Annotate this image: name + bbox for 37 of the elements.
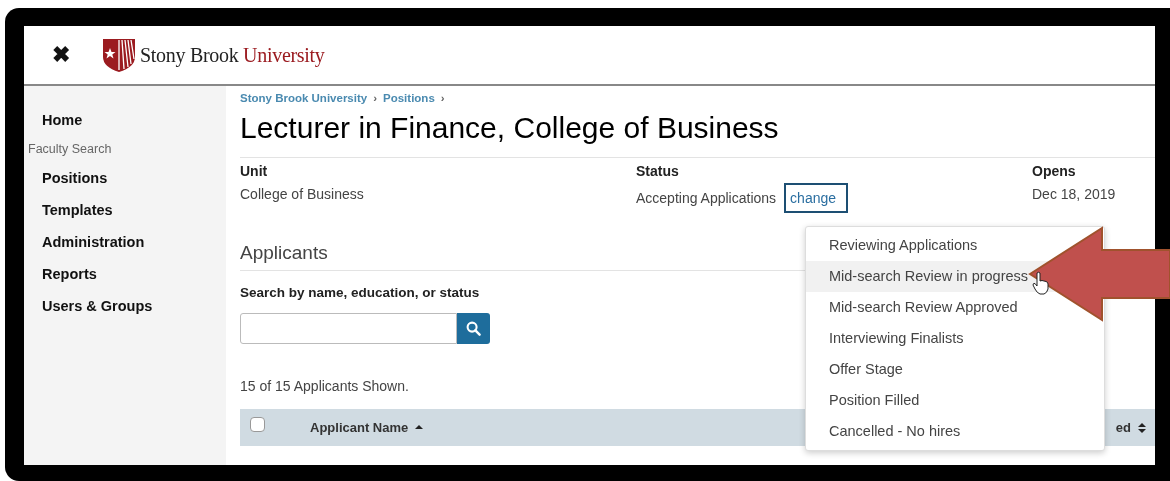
- change-link[interactable]: change: [784, 183, 849, 214]
- sidebar-item[interactable]: Users & Groups: [24, 296, 226, 328]
- menu-item[interactable]: Cancelled - No hires: [806, 416, 1104, 447]
- sidebar-item[interactable]: Reports: [24, 264, 226, 296]
- hand-cursor-icon: [1032, 271, 1050, 295]
- detail-label: Unit: [240, 162, 269, 181]
- detail-label: Opens: [1032, 162, 1077, 181]
- detail-value: Dec 18, 2019: [1032, 185, 1116, 205]
- menu-item[interactable]: Mid-search Review Approved: [806, 292, 1104, 323]
- breadcrumb-separator: ›: [440, 91, 445, 106]
- menu-item[interactable]: Offer Stage: [806, 354, 1104, 385]
- applicant-count: 15 of 15 Applicants Shown.: [240, 377, 410, 396]
- detail-value: Accepting Applications: [636, 189, 777, 209]
- breadcrumb-link[interactable]: Stony Brook University: [240, 90, 368, 108]
- column-header[interactable]: Applicant Name: [310, 417, 409, 438]
- search-label: Search by name, education, or status: [240, 283, 480, 302]
- sidebar-item[interactable]: Home: [24, 110, 226, 142]
- sidebar-item[interactable]: Templates: [24, 200, 226, 232]
- detail-label: Status: [636, 162, 680, 181]
- search-icon: [466, 321, 481, 336]
- sidebar-heading: Faculty Search: [27, 142, 113, 158]
- detail-value: College of Business: [240, 185, 364, 205]
- menu-item[interactable]: Position Filled: [806, 385, 1104, 416]
- sidebar-item[interactable]: Administration: [24, 232, 226, 264]
- select-all-checkbox[interactable]: [250, 417, 265, 432]
- sidebar-item[interactable]: Positions: [24, 168, 226, 200]
- logo-text: Stony Brook University: [140, 43, 325, 69]
- close-button[interactable]: ✖: [50, 44, 72, 66]
- menu-item[interactable]: Interviewing Finalists: [806, 323, 1104, 354]
- sort-icon[interactable]: [1137, 421, 1147, 434]
- shield-logo-icon: [102, 37, 136, 73]
- page-title: Lecturer in Finance, College of Business: [240, 110, 780, 147]
- search-field[interactable]: [240, 313, 457, 344]
- search-button[interactable]: [457, 313, 490, 344]
- column-header[interactable]: ed: [1115, 417, 1131, 438]
- breadcrumb-link[interactable]: Positions: [383, 90, 435, 108]
- breadcrumb-separator: ›: [373, 91, 377, 106]
